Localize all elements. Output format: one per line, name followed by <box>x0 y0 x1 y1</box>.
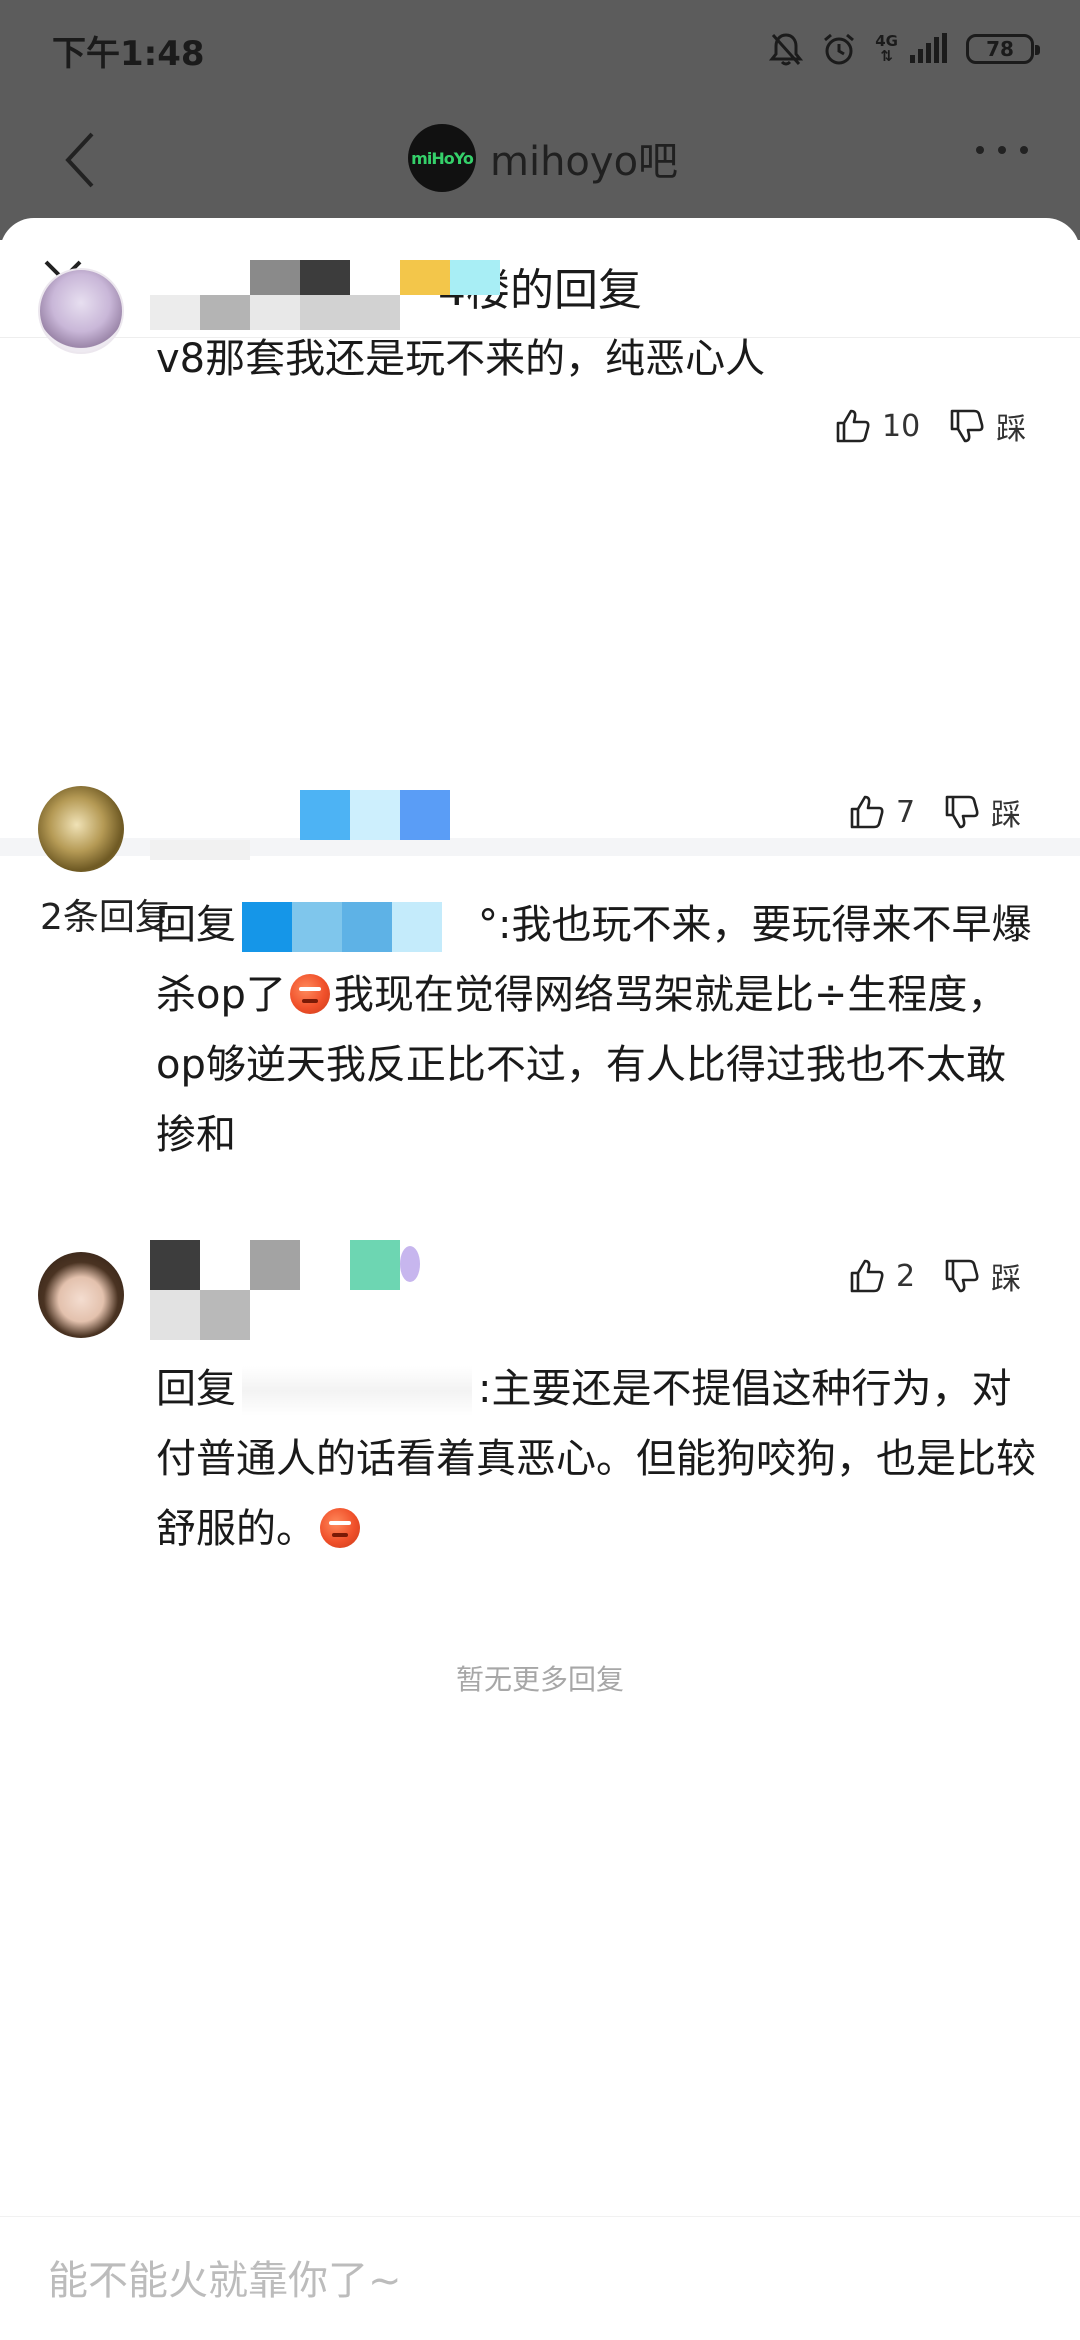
like-button[interactable]: 7 <box>848 793 915 831</box>
username-blurred[interactable] <box>150 790 460 860</box>
dislike-button[interactable]: 踩 <box>948 404 1026 448</box>
status-icons: 4G ⇅ 78 <box>769 26 1040 72</box>
angry-face-emoji <box>289 974 330 1014</box>
angry-face-emoji <box>320 1508 360 1548</box>
dislike-button[interactable]: 踩 <box>943 790 1021 834</box>
forum-logo: miHoYo <box>408 124 476 192</box>
mute-bell-icon <box>769 33 804 66</box>
status-time: 下午1:48 <box>52 34 205 74</box>
username-blurred[interactable] <box>150 260 510 330</box>
data-arrows-icon: ⇅ <box>880 47 893 65</box>
background-nav-bar: miHoYo mihoyo吧 <box>0 110 1080 210</box>
comment-actions: 10 踩 <box>834 404 1026 448</box>
thumb-up-icon <box>850 1259 884 1293</box>
comment-actions: 2 踩 <box>848 1254 1021 1298</box>
comment-actions: 7 踩 <box>848 790 1021 834</box>
thumb-down-icon <box>945 1259 979 1293</box>
reply-input[interactable] <box>48 2251 1028 2311</box>
reply-prefix: 回复 <box>156 902 236 948</box>
like-count: 7 <box>896 794 916 830</box>
thumb-up-icon <box>850 795 884 829</box>
like-button[interactable]: 2 <box>848 1257 915 1295</box>
avatar[interactable] <box>38 786 124 872</box>
avatar[interactable] <box>38 268 124 354</box>
dislike-label: 踩 <box>991 1262 1022 1297</box>
comment-text: 回复:主要还是不提倡这种行为，对付普通人的话看着真恶心。但能狗咬狗，也是比较舒服… <box>156 1354 1036 1564</box>
no-more-replies: 暂无更多回复 <box>455 1663 624 1696</box>
thumb-down-icon <box>945 795 979 829</box>
reply-input-bar <box>0 2216 1080 2340</box>
forum-name: mihoyo吧 <box>490 139 679 185</box>
signal-icon <box>910 33 947 63</box>
battery-level: 78 <box>986 37 1014 61</box>
status-bar: 下午1:48 4G ⇅ 78 <box>0 0 1080 96</box>
comment-text: 回复 °:我也玩不来，要玩得来不早爆杀op了 我现在觉得网络骂架就是比÷生程度，op… <box>156 890 1036 1170</box>
username-blurred[interactable] <box>150 1240 450 1340</box>
like-count: 2 <box>896 1258 916 1294</box>
reply-prefix: 回复 <box>156 1366 236 1412</box>
battery-indicator: 78 <box>966 34 1040 64</box>
chevron-left-icon[interactable] <box>56 128 106 192</box>
avatar[interactable] <box>38 1252 124 1338</box>
alarm-clock-icon <box>824 33 855 65</box>
network-indicator: 4G ⇅ <box>875 34 898 64</box>
dislike-button[interactable]: 踩 <box>943 1254 1021 1298</box>
dislike-label: 踩 <box>991 798 1022 833</box>
like-count: 10 <box>882 408 921 444</box>
mentioned-user-blurred[interactable] <box>242 902 472 952</box>
more-dots-icon[interactable] <box>976 146 1028 154</box>
dislike-label: 踩 <box>996 412 1027 447</box>
comment-text: v8那套我还是玩不来的，纯恶心人 <box>156 336 766 382</box>
background-page: 下午1:48 4G ⇅ 78 miHoYo mihoyo吧 <box>0 0 1080 240</box>
mentioned-user-blurred[interactable] <box>242 1366 472 1416</box>
like-button[interactable]: 10 <box>834 407 920 445</box>
thumb-up-icon <box>836 409 870 443</box>
forum-header[interactable]: miHoYo mihoyo吧 <box>408 124 678 192</box>
reply-sheet: 4楼的回复 10 踩 v8那套我还是玩不来的，纯恶心人 2条回复 7 踩 回复 … <box>0 218 1080 2340</box>
dot <box>998 146 1006 154</box>
thumb-down-icon <box>950 409 984 443</box>
reply-count: 2条回复 <box>40 897 171 938</box>
dot <box>1020 146 1028 154</box>
dot <box>976 146 984 154</box>
